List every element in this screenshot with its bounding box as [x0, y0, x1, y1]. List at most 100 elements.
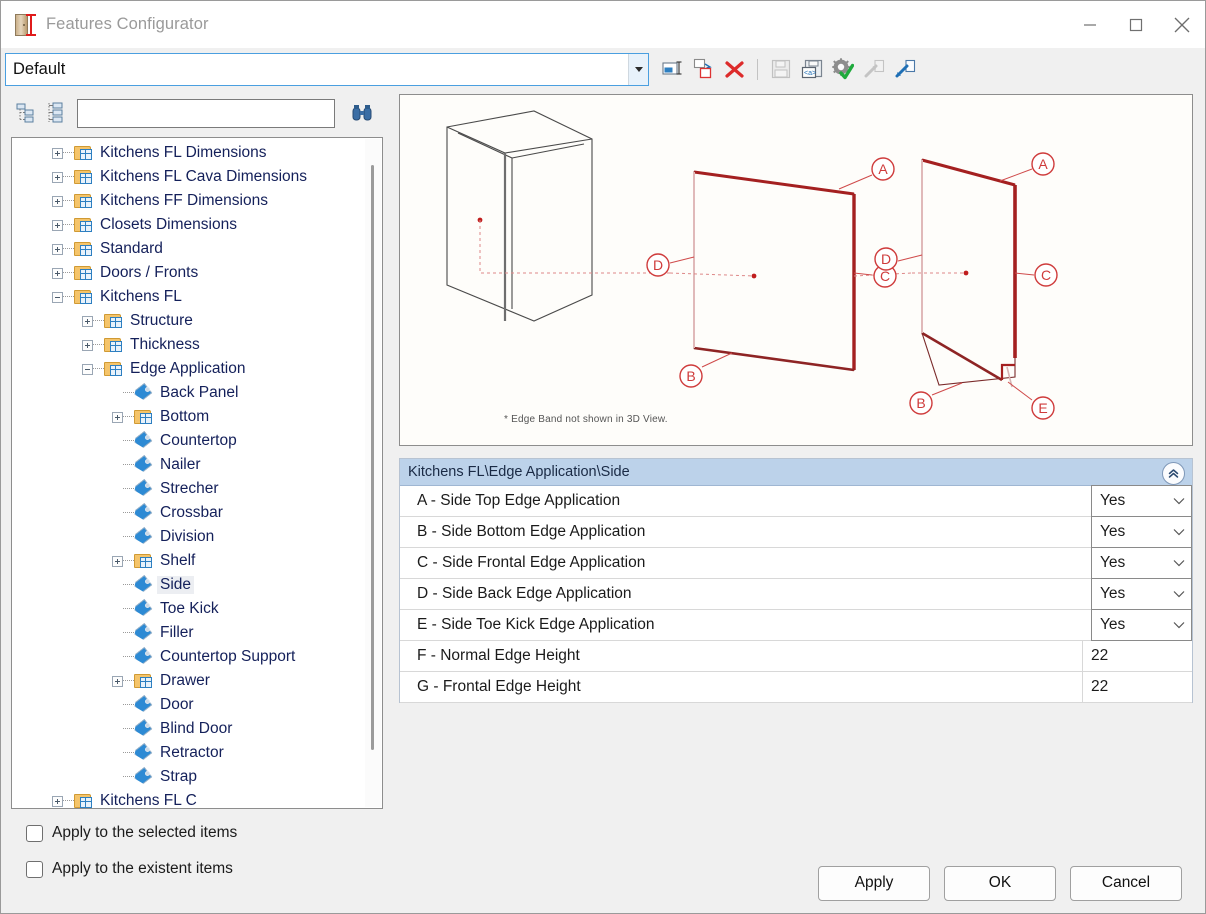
expand-icon[interactable] — [52, 219, 63, 231]
ok-button[interactable]: OK — [944, 865, 1056, 901]
cancel-button[interactable]: Cancel — [1070, 865, 1182, 901]
chevron-down-icon[interactable] — [1167, 497, 1191, 505]
close-button[interactable] — [1159, 1, 1205, 48]
import-arrow-icon[interactable] — [890, 54, 919, 84]
tree-item[interactable]: Door — [12, 693, 382, 717]
tree-item[interactable]: Kitchens FL — [12, 285, 382, 309]
delete-x-icon[interactable] — [720, 54, 749, 84]
duplicate-profile-button[interactable] — [689, 54, 718, 84]
gear-check-icon[interactable] — [828, 54, 857, 84]
tree-connector — [63, 248, 74, 250]
tree-item[interactable]: Edge Application — [12, 357, 382, 381]
save-xml-icon[interactable]: <a> — [797, 54, 826, 84]
svg-text:A: A — [1038, 156, 1048, 172]
expand-icon[interactable] — [52, 171, 63, 183]
profile-combobox[interactable]: Default — [5, 52, 649, 86]
property-combobox[interactable]: Yes — [1091, 578, 1192, 610]
folder-icon — [134, 409, 153, 425]
property-combobox[interactable]: Yes — [1091, 547, 1192, 579]
tree-item[interactable]: Structure — [12, 309, 382, 333]
binoculars-icon[interactable] — [346, 98, 380, 128]
tree-item[interactable]: Kitchens FL Cava Dimensions — [12, 165, 382, 189]
tree-item[interactable]: Toe Kick — [12, 597, 382, 621]
collapse-icon[interactable] — [82, 363, 93, 375]
property-textbox[interactable]: 22 — [1082, 672, 1192, 702]
expand-icon[interactable] — [112, 675, 123, 687]
tree-item[interactable]: Thickness — [12, 333, 382, 357]
folder-icon — [74, 289, 93, 305]
window-controls — [1067, 1, 1205, 48]
apply-selected-row[interactable]: Apply to the selected items — [11, 818, 393, 848]
expand-icon[interactable] — [52, 147, 63, 159]
expand-icon[interactable] — [112, 411, 123, 423]
export-arrow-icon[interactable] — [859, 54, 888, 84]
tree-item[interactable]: Strecher — [12, 477, 382, 501]
apply-selected-checkbox[interactable] — [26, 824, 43, 842]
tree-item[interactable]: Kitchens FL C — [12, 789, 382, 808]
chevron-down-icon[interactable] — [1167, 621, 1191, 629]
tree-item[interactable]: Division — [12, 525, 382, 549]
chevron-down-icon[interactable] — [1167, 528, 1191, 536]
collapse-tree-icon[interactable] — [11, 99, 41, 127]
feature-tree[interactable]: Kitchens FL Dimensions Kitchens FL Cava D… — [11, 137, 383, 809]
search-input[interactable] — [77, 98, 335, 128]
tree-item[interactable]: Countertop Support — [12, 645, 382, 669]
tree-item[interactable]: Doors / Fronts — [12, 261, 382, 285]
expand-icon[interactable] — [112, 555, 123, 567]
property-label: C - Side Frontal Edge Application — [417, 554, 646, 571]
tree-item-label: Blind Door — [160, 720, 233, 737]
tree-connector — [123, 464, 134, 466]
tree-item[interactable]: Nailer — [12, 453, 382, 477]
tree-item[interactable]: Blind Door — [12, 717, 382, 741]
expand-icon[interactable] — [52, 243, 63, 255]
chevron-down-icon[interactable] — [1167, 559, 1191, 567]
tree-item[interactable]: Crossbar — [12, 501, 382, 525]
expand-icon[interactable] — [52, 195, 63, 207]
callout-marker: B — [909, 391, 933, 415]
apply-existent-row[interactable]: Apply to the existent items — [11, 854, 393, 884]
property-row: C - Side Frontal Edge Application Yes — [400, 547, 1192, 579]
save-disk-icon[interactable] — [766, 54, 795, 84]
minimize-button[interactable] — [1067, 1, 1113, 48]
tree-item[interactable]: Countertop — [12, 429, 382, 453]
callout-marker: A — [1031, 152, 1055, 176]
folder-icon — [74, 169, 93, 185]
property-textbox[interactable]: 22 — [1082, 641, 1192, 671]
expand-icon[interactable] — [52, 795, 63, 807]
chevron-down-icon[interactable] — [628, 53, 648, 85]
expand-tree-icon[interactable] — [41, 99, 71, 127]
tree-item[interactable]: Side — [12, 573, 382, 597]
tree-item[interactable]: Back Panel — [12, 381, 382, 405]
tree-connector — [123, 632, 134, 634]
tree-item[interactable]: Strap — [12, 765, 382, 789]
tree-item-label: Kitchens FL — [100, 288, 182, 305]
tree-item[interactable]: Closets Dimensions — [12, 213, 382, 237]
property-combobox[interactable]: Yes — [1091, 609, 1192, 641]
expand-icon[interactable] — [82, 315, 93, 327]
expand-icon[interactable] — [52, 267, 63, 279]
tree-item[interactable]: Retractor — [12, 741, 382, 765]
tree-item[interactable]: Kitchens FF Dimensions — [12, 189, 382, 213]
rename-profile-button[interactable] — [658, 54, 687, 84]
chevron-down-icon[interactable] — [1167, 590, 1191, 598]
collapse-icon[interactable] — [52, 291, 63, 303]
tree-item[interactable]: Drawer — [12, 669, 382, 693]
expand-icon[interactable] — [82, 339, 93, 351]
tree-item[interactable]: Bottom — [12, 405, 382, 429]
maximize-button[interactable] — [1113, 1, 1159, 48]
property-combobox[interactable]: Yes — [1091, 485, 1192, 517]
apply-existent-checkbox[interactable] — [26, 860, 43, 878]
tree-item[interactable]: Shelf — [12, 549, 382, 573]
property-combobox[interactable]: Yes — [1091, 516, 1192, 548]
tree-scrollbar[interactable] — [365, 139, 381, 807]
property-row: G - Frontal Edge Height 22 — [400, 672, 1192, 703]
tree-item[interactable]: Standard — [12, 237, 382, 261]
tree-connector — [123, 728, 134, 730]
tree-item-label: Drawer — [160, 672, 210, 689]
apply-button[interactable]: Apply — [818, 865, 930, 901]
tree-item[interactable]: Filler — [12, 621, 382, 645]
tree-item[interactable]: Kitchens FL Dimensions — [12, 141, 382, 165]
chevron-double-up-icon[interactable] — [1162, 462, 1185, 485]
svg-text:B: B — [686, 368, 695, 384]
tree-scrollbar-thumb[interactable] — [371, 165, 374, 750]
